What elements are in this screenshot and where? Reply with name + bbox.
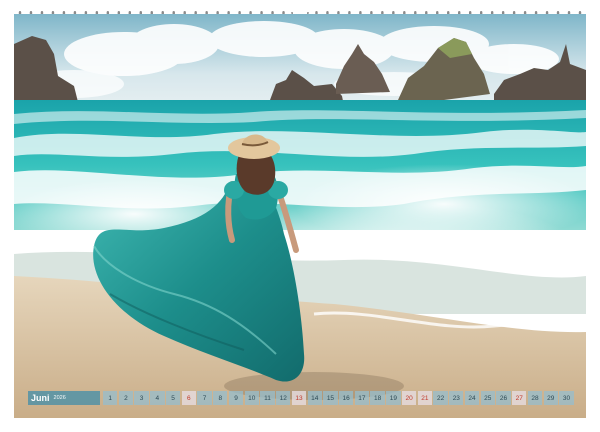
- day-cell: 19: [386, 391, 401, 405]
- day-cell: 7: [197, 391, 212, 405]
- day-cell: 18: [370, 391, 385, 405]
- day-cells: 1 2 3 4 5 6 7 8 9 10 11 12 13 14 15 16 17 18 19 20 21 22 23 24 2…: [103, 391, 574, 405]
- day-cell: 13: [291, 391, 307, 405]
- day-cell: 20: [401, 391, 417, 405]
- day-cell: 27: [512, 391, 527, 405]
- calendar-photo: [14, 14, 586, 418]
- day-cell: 5: [165, 391, 181, 405]
- day-cell: 1: [103, 391, 118, 405]
- day-cell: 21: [417, 391, 432, 405]
- month-label: Juni 2026: [28, 391, 100, 405]
- day-cell: 16: [339, 391, 354, 405]
- day-cell: 28: [527, 391, 543, 405]
- day-cell: 30: [559, 391, 574, 405]
- day-cell: 25: [480, 391, 495, 405]
- day-cell: 29: [543, 391, 558, 405]
- day-cell: 8: [213, 391, 228, 405]
- month-name: Juni: [31, 393, 50, 403]
- day-cell: 26: [496, 391, 511, 405]
- day-cell: 6: [181, 391, 196, 405]
- day-cell: 23: [449, 391, 464, 405]
- day-cell: 11: [260, 391, 275, 405]
- day-cell: 3: [134, 391, 149, 405]
- day-cell: 12: [276, 391, 291, 405]
- day-cell: 9: [228, 391, 244, 405]
- day-cell: 4: [150, 391, 165, 405]
- day-cell: 15: [323, 391, 338, 405]
- calendar-page: Juni 2026 1 2 3 4 5 6 7 8 9 10 11 12 13 14 15 16 17 18 19 2…: [0, 0, 600, 432]
- day-cell: 14: [307, 391, 322, 405]
- day-cell: 10: [244, 391, 259, 405]
- day-cell: 24: [464, 391, 480, 405]
- day-cell: 17: [354, 391, 370, 405]
- day-cell: 2: [118, 391, 134, 405]
- month-year: 2026: [53, 395, 66, 401]
- calendar-strip: Juni 2026 1 2 3 4 5 6 7 8 9 10 11 12 13 14 15 16 17 18 19 2…: [28, 390, 574, 406]
- day-cell: 22: [433, 391, 448, 405]
